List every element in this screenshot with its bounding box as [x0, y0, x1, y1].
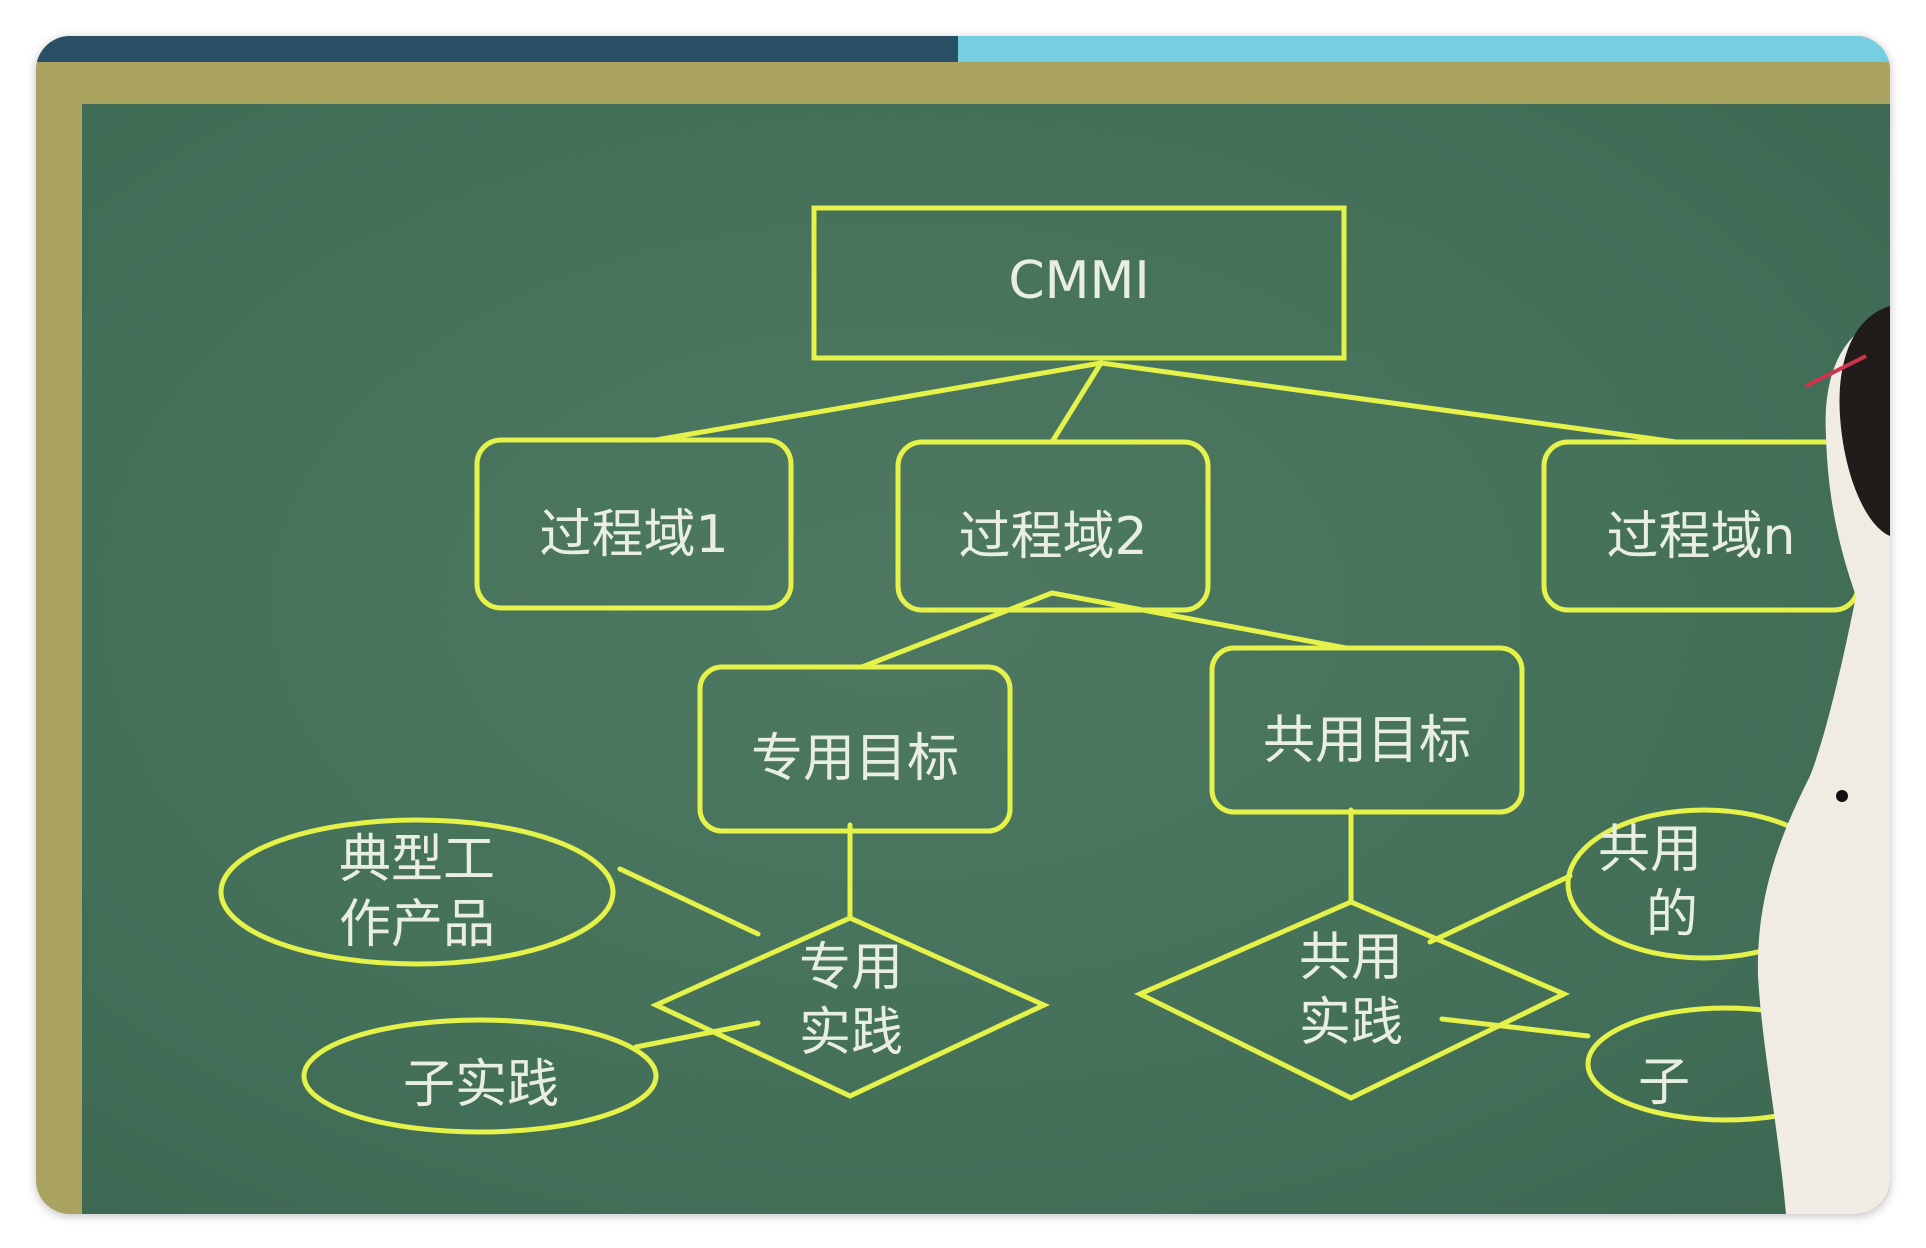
- video-frame: CMMI 过程域1 过程域2 过程域n 专用目标 共用目标 专用 实践 共用 实…: [36, 36, 1890, 1214]
- presenter-figure: [1757, 306, 1890, 1214]
- lapel-microphone: [1836, 790, 1848, 802]
